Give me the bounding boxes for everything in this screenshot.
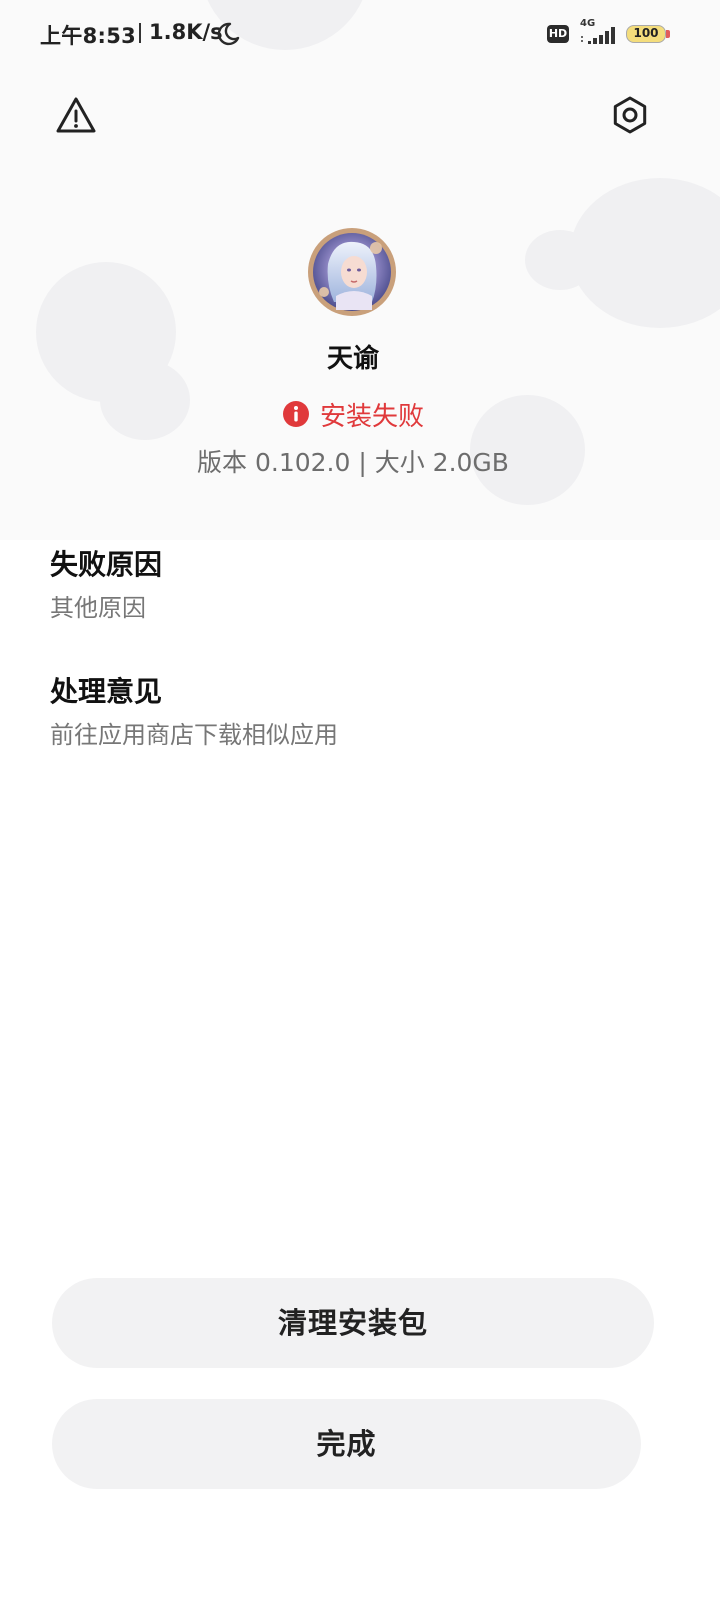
status-time: 上午8:53 [40, 24, 137, 48]
install-status: 安装失败 [0, 396, 706, 433]
moon-icon [217, 22, 240, 46]
hd-icon: HD [547, 25, 569, 43]
advice-title: 处理意见 [50, 675, 163, 708]
status-divider [139, 23, 141, 43]
app-icon [306, 226, 398, 318]
advice-text: 前往应用商店下载相似应用 [50, 721, 338, 749]
failure-reason-text: 其他原因 [50, 594, 146, 622]
install-status-text: 安装失败 [319, 402, 424, 432]
settings-icon[interactable] [608, 93, 652, 137]
clean-package-button[interactable]: 清理安装包 [52, 1278, 654, 1368]
app-name: 天谕 [326, 344, 379, 374]
error-icon [282, 401, 309, 427]
battery-tip [666, 30, 670, 38]
status-bar: 上午8:53 1.8K/s HD 4G 100 [0, 0, 720, 70]
decor-bubble [570, 178, 720, 328]
battery-icon: 100 [626, 25, 666, 43]
warning-icon[interactable] [54, 94, 98, 138]
signal-icon [581, 27, 615, 44]
failure-reason-title: 失败原因 [50, 548, 163, 581]
app-version-size: 版本 0.102.0 | 大小 2.0GB [197, 448, 509, 477]
network-speed: 1.8K/s [149, 20, 223, 44]
done-button[interactable]: 完成 [52, 1399, 641, 1489]
